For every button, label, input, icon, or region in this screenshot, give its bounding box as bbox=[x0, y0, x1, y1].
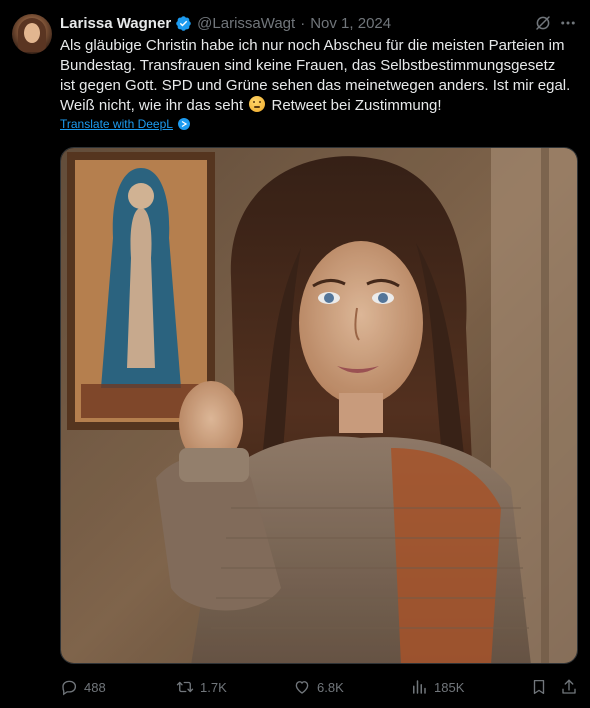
views-button[interactable]: 185K bbox=[410, 676, 464, 698]
share-button[interactable] bbox=[560, 676, 578, 698]
reply-icon bbox=[62, 680, 77, 696]
tweet-text: Als gläubige Christin habe ich nur noch … bbox=[60, 36, 582, 116]
tweet-text-line: Bundestag. Transfrauen sind keine Frauen… bbox=[60, 57, 556, 74]
tweet-text-line-last: Weiß nicht, wie ihr das seht Retweet bei… bbox=[60, 96, 582, 116]
retweet-count: 1.7K bbox=[200, 679, 227, 695]
author-name[interactable]: Larissa Wagner bbox=[60, 15, 171, 32]
like-count: 6.8K bbox=[317, 679, 344, 695]
tweet-text-fragment: Retweet bei Zustimmung! bbox=[271, 97, 442, 114]
more-icon[interactable] bbox=[559, 14, 577, 32]
verified-badge-icon bbox=[175, 15, 192, 32]
thinking-face-icon bbox=[249, 96, 266, 112]
tweet-date[interactable]: Nov 1, 2024 bbox=[310, 15, 391, 32]
views-count: 185K bbox=[434, 679, 465, 695]
tweet-actions: 488 1.7K 6.8K 185K bbox=[60, 676, 582, 698]
deepl-icon bbox=[177, 118, 190, 130]
share-icon bbox=[562, 679, 576, 694]
reply-count: 488 bbox=[84, 679, 106, 695]
retweet-button[interactable]: 1.7K bbox=[176, 676, 227, 698]
like-button[interactable]: 6.8K bbox=[293, 676, 344, 698]
separator-dot: · bbox=[300, 14, 306, 32]
tweet-image[interactable] bbox=[60, 147, 578, 664]
translate-label[interactable]: Translate with DeepL bbox=[60, 117, 173, 131]
bookmark-icon bbox=[533, 679, 545, 695]
reply-button[interactable]: 488 bbox=[60, 676, 106, 698]
grok-icon[interactable] bbox=[534, 14, 552, 32]
author-handle[interactable]: @LarissaWagt bbox=[197, 15, 295, 32]
heart-icon bbox=[295, 681, 309, 694]
tweet-card: Larissa Wagner @LarissaWagt · Nov 1, 202… bbox=[0, 0, 590, 708]
translate-link[interactable]: Translate with DeepL bbox=[60, 117, 190, 131]
avatar-face bbox=[24, 23, 40, 43]
avatar[interactable] bbox=[12, 14, 52, 54]
tweet-text-line: Als gläubige Christin habe ich nur noch … bbox=[60, 37, 565, 54]
tweet-text-line: ist gegen Gott. SPD und Grüne sehen das … bbox=[60, 77, 571, 94]
retweet-icon bbox=[176, 681, 194, 693]
views-icon bbox=[413, 680, 426, 694]
bookmark-button[interactable] bbox=[530, 676, 548, 698]
tweet-text-fragment: Weiß nicht, wie ihr das seht bbox=[60, 97, 244, 114]
tweet-header: Larissa Wagner @LarissaWagt · Nov 1, 202… bbox=[60, 13, 391, 33]
